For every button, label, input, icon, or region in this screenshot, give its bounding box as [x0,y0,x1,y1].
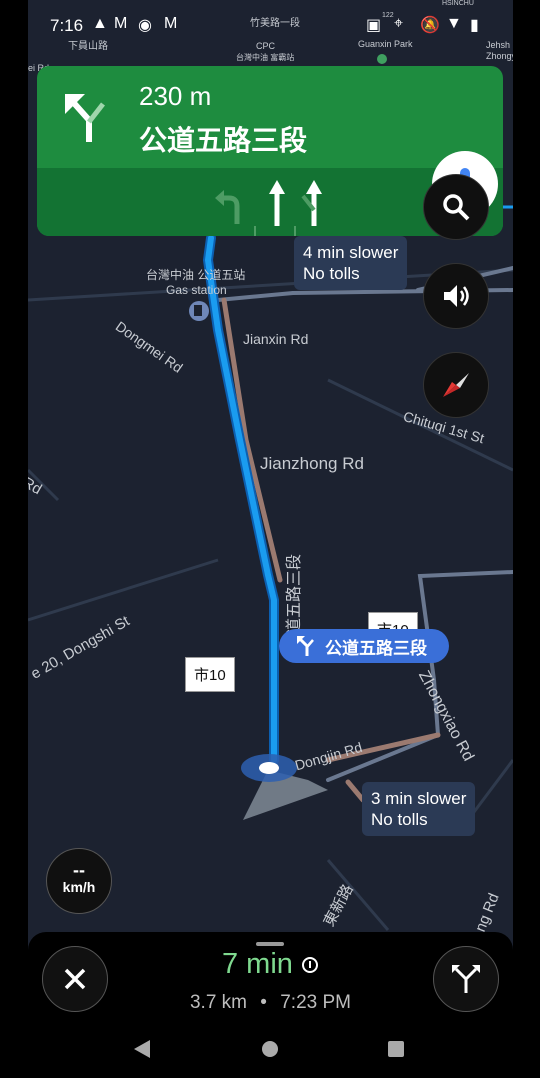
compass-icon [443,373,469,397]
gmail-icon-2: M [164,15,178,32]
turn-slight-left-icon [65,94,105,142]
map-label: CPC [256,41,276,51]
map-label: 竹美路一段 [250,18,300,29]
separator-dot: • [260,992,267,1013]
recents-icon[interactable] [388,1041,404,1057]
search-button[interactable] [423,174,489,240]
turn-street-name: 公道五路三段 [139,125,308,156]
alt-route-time: 4 min slower [303,243,399,262]
volume-icon [444,285,469,307]
sound-button[interactable] [423,263,489,329]
alt-routes-icon [452,965,480,993]
alt-route-tolls: No tolls [303,264,360,283]
map-label: 下員山路 [68,41,108,52]
wifi-icon: ▼ [446,15,462,32]
lane-arrows-icon [215,180,322,236]
home-icon[interactable] [262,1041,278,1057]
search-icon [443,194,470,221]
map-label: HSINCHU [442,0,474,7]
cast-icon: ▣ [366,17,382,34]
turn-distance: 230 m [139,81,212,111]
navigation-arrow-icon: ▲ [92,15,108,32]
mute-icon: 🔕 [420,17,440,34]
alt-route-time: 3 min slower [371,789,467,808]
eta-duration: 7 min [222,948,293,980]
next-turn-street: 公道五路三段 [325,638,427,658]
map-label: 122 [382,12,394,19]
map-label: Zhongy [486,51,513,61]
system-navigation-bar [28,1022,513,1078]
speed-unit: km/h [62,879,96,895]
alt-route-callout-bottom[interactable]: 3 min slower No tolls [362,782,476,836]
battery-icon: ▮ [470,17,479,34]
navigation-screen: 7:16 ▲ M ◉ M ▣ ⌖ 🔕 ▼ ▮ 下員山路 竹美路一段 CPC 台灣… [28,0,513,1078]
street-label: Jianxin Rd [243,331,309,347]
back-icon[interactable] [134,1040,150,1058]
gas-station-type: Gas station [166,283,227,297]
current-location-icon [241,754,297,782]
traffic-info-icon[interactable] [301,956,319,974]
map-label: Jehsh [486,40,511,50]
chrome-icon: ◉ [138,17,152,34]
map-label: 台灣中油 富霸站 [236,53,295,62]
status-time: 7:16 [50,16,84,35]
arrival-time: 7:23 PM [280,992,351,1013]
street-label: Jianzhong Rd [260,454,364,473]
trip-distance: 3.7 km [189,992,248,1013]
map-label: Guanxin Park [358,39,413,49]
alt-route-callout-top[interactable]: 4 min slower No tolls [294,236,408,290]
compass-button[interactable] [423,352,489,418]
gmail-icon: M [114,15,128,32]
speedometer: -- km/h [46,848,112,914]
alternate-routes-button[interactable] [433,946,499,1012]
location-icon: ⌖ [394,15,404,32]
speed-value: -- [73,860,85,880]
route-number-badge: 市10 [185,657,235,692]
next-turn-label[interactable]: 公道五路三段 [279,629,449,663]
sheet-drag-handle[interactable] [256,942,284,946]
gas-station-name: 台灣中油 公道五站 [146,268,246,282]
turn-slight-left-icon [297,636,314,656]
alt-route-tolls: No tolls [371,810,428,829]
gas-station-pin-icon[interactable] [189,301,209,321]
